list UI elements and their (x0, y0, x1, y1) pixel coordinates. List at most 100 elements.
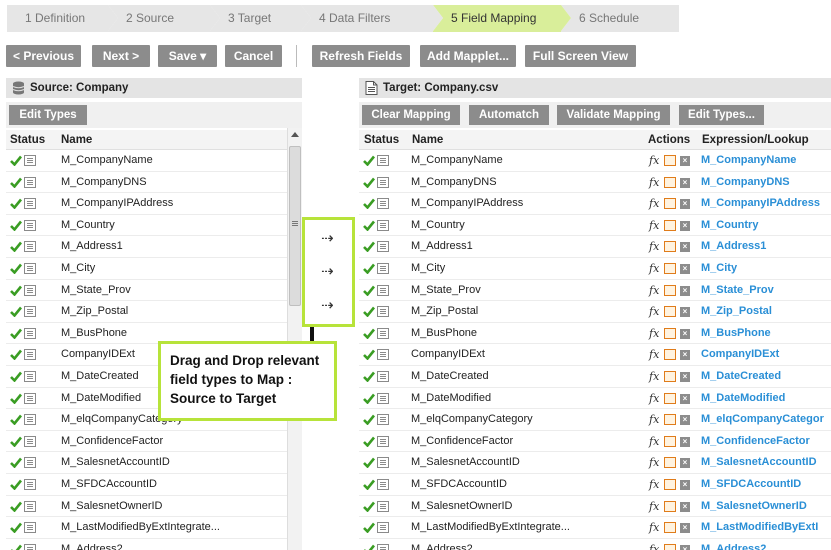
expression-link[interactable]: M_DateCreated (701, 366, 781, 387)
table-row[interactable]: CompanyIDExt fx × CompanyIDExt (359, 344, 831, 366)
clear-icon[interactable]: × (680, 285, 690, 296)
expression-link[interactable]: M_LastModifiedByExtI (701, 517, 818, 538)
expression-link[interactable]: M_BusPhone (701, 323, 771, 344)
table-row[interactable]: M_CompanyName fx × M_CompanyName (359, 150, 831, 172)
clear-mapping-button[interactable]: Clear Mapping (362, 105, 460, 125)
table-row[interactable]: M_DateCreated fx × M_DateCreated (359, 365, 831, 388)
table-row[interactable]: M_SalesnetOwnerID (6, 495, 287, 518)
clear-icon[interactable]: × (680, 350, 690, 361)
next-button[interactable]: Next > (92, 45, 150, 67)
lookup-icon[interactable] (664, 500, 676, 512)
scroll-thumb[interactable] (289, 146, 301, 306)
previous-button[interactable]: < Previous (6, 45, 81, 67)
expression-link[interactable]: M_CompanyDNS (701, 172, 790, 193)
clear-icon[interactable]: × (680, 436, 690, 447)
target-edit-types-button[interactable]: Edit Types... (679, 105, 764, 125)
table-row[interactable]: M_Zip_Postal fx × M_Zip_Postal (359, 301, 831, 323)
validate-mapping-button[interactable]: Validate Mapping (557, 105, 670, 125)
fx-icon[interactable]: fx (649, 435, 659, 448)
lookup-icon[interactable] (664, 414, 676, 426)
table-row[interactable]: M_CompanyDNS (6, 172, 287, 194)
table-row[interactable]: M_ConfidenceFactor (6, 431, 287, 453)
fx-icon[interactable]: fx (649, 197, 659, 210)
clear-icon[interactable]: × (680, 263, 690, 274)
clear-icon[interactable]: × (680, 328, 690, 339)
table-row[interactable]: M_City (6, 258, 287, 280)
fx-icon[interactable]: fx (649, 240, 659, 253)
table-row[interactable]: M_Zip_Postal (6, 301, 287, 323)
lookup-icon[interactable] (664, 392, 676, 404)
add-mapplet-button[interactable]: Add Mapplet... (420, 45, 516, 67)
clear-icon[interactable]: × (680, 458, 690, 469)
automatch-button[interactable]: Automatch (469, 105, 549, 125)
fx-icon[interactable]: fx (649, 543, 659, 550)
expression-link[interactable]: M_City (701, 258, 737, 279)
expression-link[interactable]: M_Address2 (701, 539, 766, 550)
table-row[interactable]: M_State_Prov (6, 279, 287, 302)
table-row[interactable]: M_Address1 fx × M_Address1 (359, 236, 831, 258)
expression-link[interactable]: M_State_Prov (701, 280, 774, 301)
table-row[interactable]: M_Country fx × M_Country (359, 215, 831, 237)
source-scrollbar[interactable] (287, 128, 302, 550)
fx-icon[interactable]: fx (649, 521, 659, 534)
table-row[interactable]: M_elqCompanyCategory fx × M_elqCompanyCateg… (359, 409, 831, 431)
clear-icon[interactable]: × (680, 544, 690, 550)
fx-icon[interactable]: fx (649, 348, 659, 361)
save-button[interactable]: Save ▾ (158, 45, 217, 67)
clear-icon[interactable]: × (680, 177, 690, 188)
expression-link[interactable]: M_Zip_Postal (701, 301, 772, 322)
expression-link[interactable]: M_SalesnetAccountID (701, 452, 817, 473)
refresh-fields-button[interactable]: Refresh Fields (312, 45, 410, 67)
lookup-icon[interactable] (664, 219, 676, 231)
lookup-icon[interactable] (664, 349, 676, 361)
lookup-icon[interactable] (664, 284, 676, 296)
lookup-icon[interactable] (664, 155, 676, 166)
fx-icon[interactable]: fx (649, 500, 659, 513)
fx-icon[interactable]: fx (649, 262, 659, 275)
expression-link[interactable]: M_Address1 (701, 236, 766, 257)
lookup-icon[interactable] (664, 478, 676, 490)
lookup-icon[interactable] (664, 306, 676, 318)
table-row[interactable]: M_State_Prov fx × M_State_Prov (359, 279, 831, 302)
table-row[interactable]: M_CompanyIPAddress fx × M_CompanyIPAddress (359, 193, 831, 215)
lookup-icon[interactable] (664, 435, 676, 447)
expression-link[interactable]: M_SalesnetOwnerID (701, 496, 807, 517)
expression-link[interactable]: M_Country (701, 215, 758, 236)
table-row[interactable]: M_Address2 (6, 538, 287, 550)
fx-icon[interactable]: fx (649, 327, 659, 340)
clear-icon[interactable]: × (680, 307, 690, 318)
step-schedule[interactable]: 6 Schedule (561, 5, 679, 32)
clear-icon[interactable]: × (680, 242, 690, 253)
table-row[interactable]: M_SFDCAccountID fx × M_SFDCAccountID (359, 474, 831, 496)
table-row[interactable]: M_LastModifiedByExtIntegrate... fx × M_Last… (359, 517, 831, 539)
clear-icon[interactable]: × (680, 501, 690, 512)
expression-link[interactable]: M_DateModified (701, 388, 785, 409)
step-field-mapping[interactable]: 5 Field Mapping (433, 5, 571, 32)
table-row[interactable]: M_CompanyDNS fx × M_CompanyDNS (359, 172, 831, 194)
fx-icon[interactable]: fx (649, 413, 659, 426)
table-row[interactable]: M_SalesnetAccountID (6, 452, 287, 474)
fx-icon[interactable]: fx (649, 305, 659, 318)
expression-link[interactable]: M_ConfidenceFactor (701, 431, 810, 452)
expression-link[interactable]: M_elqCompanyCategor (701, 409, 824, 430)
table-row[interactable]: M_Address1 (6, 236, 287, 258)
clear-icon[interactable]: × (680, 199, 690, 210)
clear-icon[interactable]: × (680, 523, 690, 534)
scroll-up-arrow-icon[interactable] (291, 132, 299, 137)
fx-icon[interactable]: fx (649, 478, 659, 491)
lookup-icon[interactable] (664, 543, 676, 550)
lookup-icon[interactable] (664, 457, 676, 469)
table-row[interactable]: M_City fx × M_City (359, 258, 831, 280)
lookup-icon[interactable] (664, 198, 676, 210)
clear-icon[interactable]: × (680, 220, 690, 231)
clear-icon[interactable]: × (680, 479, 690, 490)
expression-link[interactable]: M_CompanyIPAddress (701, 193, 820, 214)
step-data-filters[interactable]: 4 Data Filters (301, 5, 443, 32)
fx-icon[interactable]: fx (649, 219, 659, 232)
table-row[interactable]: M_SalesnetOwnerID fx × M_SalesnetOwnerID (359, 495, 831, 518)
fx-icon[interactable]: fx (649, 456, 659, 469)
fx-icon[interactable]: fx (649, 154, 659, 167)
table-row[interactable]: M_CompanyName (6, 150, 287, 172)
table-row[interactable]: M_CompanyIPAddress (6, 193, 287, 215)
lookup-icon[interactable] (664, 262, 676, 274)
